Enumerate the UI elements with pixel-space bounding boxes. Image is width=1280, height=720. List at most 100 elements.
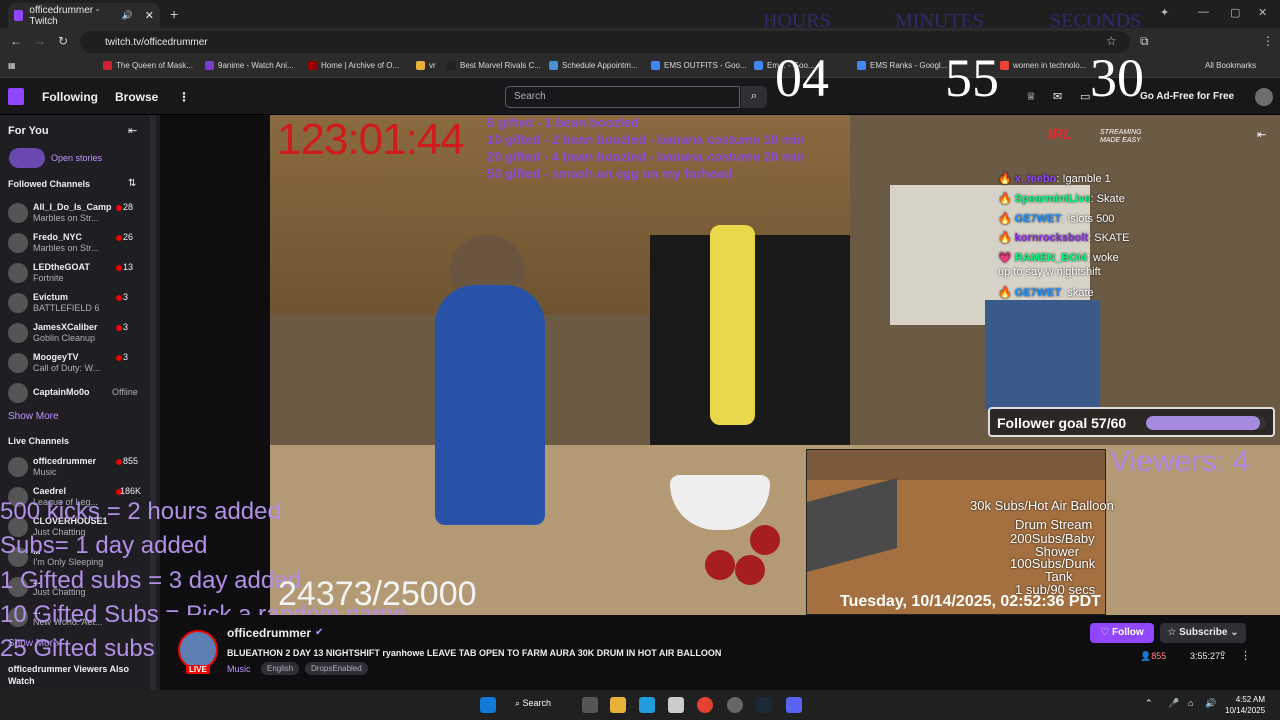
system-clock[interactable]: 4:52 AM 10/14/2025: [1225, 694, 1265, 716]
video-player[interactable]: [270, 115, 1280, 615]
followed-channel[interactable]: LEDtheGOAT Fortnite 13: [0, 260, 150, 288]
pip-goal-text: 30k Subs/Hot Air Balloon: [970, 498, 1114, 513]
channel-avatar: [8, 293, 28, 313]
forward-icon[interactable]: →: [34, 34, 46, 48]
bookmark-item[interactable]: Schedule Appointm...: [549, 61, 638, 70]
edge-icon[interactable]: [639, 697, 655, 713]
chat-message: 🔥 GE7WET: skate: [998, 287, 1094, 299]
chrome-icon[interactable]: [697, 697, 713, 713]
subathon-timer: 123:01:44: [277, 115, 465, 164]
channel-avatar: [8, 457, 28, 477]
file-explorer-icon[interactable]: [610, 697, 626, 713]
yellow-costume: [710, 225, 755, 425]
bookmark-star-icon[interactable]: ☆: [1106, 34, 1117, 48]
steam-icon[interactable]: [756, 697, 772, 713]
followed-channel[interactable]: Evictum BATTLEFIELD 63: [0, 290, 150, 318]
sub-goal-progress: 24373/25000: [278, 575, 477, 613]
close-tab-icon[interactable]: ✕: [145, 9, 154, 22]
inbox-icon[interactable]: ✉: [1053, 90, 1062, 103]
bookmarks-bar: ▦ The Queen of Mask... 9anime - Watch An…: [0, 56, 1280, 78]
whispers-icon[interactable]: ▭: [1080, 90, 1090, 103]
stories-avatars[interactable]: [9, 148, 45, 168]
bookmark-item[interactable]: EMS Ranks - Googl...: [857, 61, 947, 70]
viewers-overlay: Viewers: 4: [1110, 445, 1250, 478]
minimize-button[interactable]: —: [1198, 6, 1209, 18]
apple: [705, 550, 735, 580]
chat-message: 💗 RAMEN_BOI4: woke: [998, 252, 1119, 264]
twitch-logo-icon[interactable]: [8, 88, 24, 105]
following-link[interactable]: Following: [42, 90, 98, 104]
browse-link[interactable]: Browse: [115, 90, 158, 104]
search-icon[interactable]: ⌕: [741, 86, 767, 108]
speaker-icon[interactable]: 🔊: [122, 10, 133, 21]
open-stories-link[interactable]: Open stories: [51, 153, 102, 163]
prime-icon[interactable]: ♕: [1026, 90, 1036, 103]
maximize-button[interactable]: ▢: [1230, 6, 1240, 19]
stream-info-bar: LIVE officedrummer ✔ BLUEATHON 2 DAY 13 …: [160, 615, 1280, 690]
followed-channel[interactable]: MoogeyTV Call of Duty: W... 3: [0, 350, 150, 378]
for-you-heading: For You: [8, 125, 49, 137]
all-bookmarks[interactable]: All Bookmarks: [1205, 61, 1256, 70]
mic-icon[interactable]: 🎤: [1168, 698, 1179, 709]
tag-english[interactable]: English: [261, 662, 300, 675]
new-tab-button[interactable]: +: [170, 6, 178, 22]
taskbar-search[interactable]: ⌕ Search: [515, 698, 551, 709]
streamer-avatar[interactable]: [178, 630, 218, 670]
bookmark-item[interactable]: Home | Archive of O...: [308, 61, 399, 70]
extension-pin-icon[interactable]: ✦: [1160, 6, 1169, 19]
apps-icon[interactable]: ▦: [8, 61, 16, 70]
go-ad-free-button[interactable]: Go Ad-Free for Free: [1140, 91, 1234, 102]
bookmark-item[interactable]: 9anime - Watch Ani...: [205, 61, 294, 70]
chat-message: 🔥 SpearmintLive: Skate: [998, 193, 1125, 205]
expand-chat-icon[interactable]: ⇤: [1257, 128, 1266, 141]
follower-goal-widget: Follower goal 57/60: [988, 407, 1275, 437]
app-icon[interactable]: [727, 697, 743, 713]
seconds-label: SECONDS: [1050, 10, 1142, 32]
subscribe-button[interactable]: ☆ Subscribe ⌄: [1160, 623, 1246, 643]
user-avatar[interactable]: [1255, 88, 1273, 106]
channel-avatar: [8, 203, 28, 223]
bookmark-item[interactable]: Best Marvel Rivals C...: [447, 61, 541, 70]
pip-goal-text: 1 sub/90 secs: [1015, 582, 1096, 597]
more-options-icon[interactable]: ⋮: [1240, 649, 1251, 662]
sub-rule: 1 Gifted subs = 3 day added: [0, 567, 301, 594]
irl-logo-subtitle: STREAMING MADE EASY: [1100, 129, 1142, 144]
viewer-count: 👤855: [1140, 651, 1167, 661]
reload-icon[interactable]: ↻: [58, 34, 68, 48]
sort-icon[interactable]: ⇅: [128, 178, 136, 189]
share-icon[interactable]: ⇪: [1218, 649, 1227, 662]
follow-button[interactable]: ♡ Follow: [1090, 623, 1154, 643]
menu-icon[interactable]: ⋮: [1262, 34, 1274, 48]
gift-rule: 50 gifted - smash an egg on my forhead: [487, 166, 732, 181]
followed-channel[interactable]: Fredo_NYC Marbles on Str... 26: [0, 230, 150, 258]
bookmark-item[interactable]: vr: [416, 61, 436, 70]
streamer-name[interactable]: officedrummer: [227, 626, 311, 640]
bookmark-item[interactable]: The Queen of Mask...: [103, 61, 193, 70]
task-view-icon[interactable]: [582, 697, 598, 713]
bookmark-item[interactable]: EMS OUTFITS - Goo...: [651, 61, 747, 70]
tray-chevron-icon[interactable]: ⌃: [1145, 698, 1153, 709]
windows-start-icon[interactable]: [480, 697, 496, 713]
discord-icon[interactable]: [786, 697, 802, 713]
followed-channel[interactable]: CaptainMo0o Offline: [0, 380, 150, 408]
more-menu-icon[interactable]: ⋮: [178, 90, 190, 104]
close-window-button[interactable]: ✕: [1258, 6, 1267, 19]
browser-tab[interactable]: officedrummer - Twitch 🔊 ✕: [8, 3, 160, 28]
tab-title: officedrummer - Twitch: [29, 4, 100, 27]
store-icon[interactable]: [668, 697, 684, 713]
tag-drops[interactable]: DropsEnabled: [305, 662, 368, 675]
network-icon[interactable]: ⌂: [1188, 698, 1193, 708]
category-link[interactable]: Music: [227, 664, 251, 674]
show-more-link[interactable]: Show More: [8, 411, 59, 422]
volume-icon[interactable]: 🔊: [1205, 698, 1216, 709]
collapse-sidebar-icon[interactable]: ⇤: [128, 124, 137, 137]
bookmark-item[interactable]: women in technolo...: [1000, 61, 1086, 70]
search-input[interactable]: Search: [505, 86, 740, 108]
followed-channel[interactable]: All_I_Do_Is_Camp Marbles on Str... 28: [0, 200, 150, 228]
chat-message: 🔥 GE7WET: !slots 500: [998, 213, 1115, 225]
verified-icon: ✔: [315, 627, 324, 638]
back-icon[interactable]: ←: [10, 34, 22, 48]
live-channel[interactable]: officedrummer Music 855: [0, 454, 150, 482]
follower-goal-bar: [1146, 416, 1266, 430]
followed-channel[interactable]: JamesXCaliber Goblin Cleanup 3: [0, 320, 150, 348]
